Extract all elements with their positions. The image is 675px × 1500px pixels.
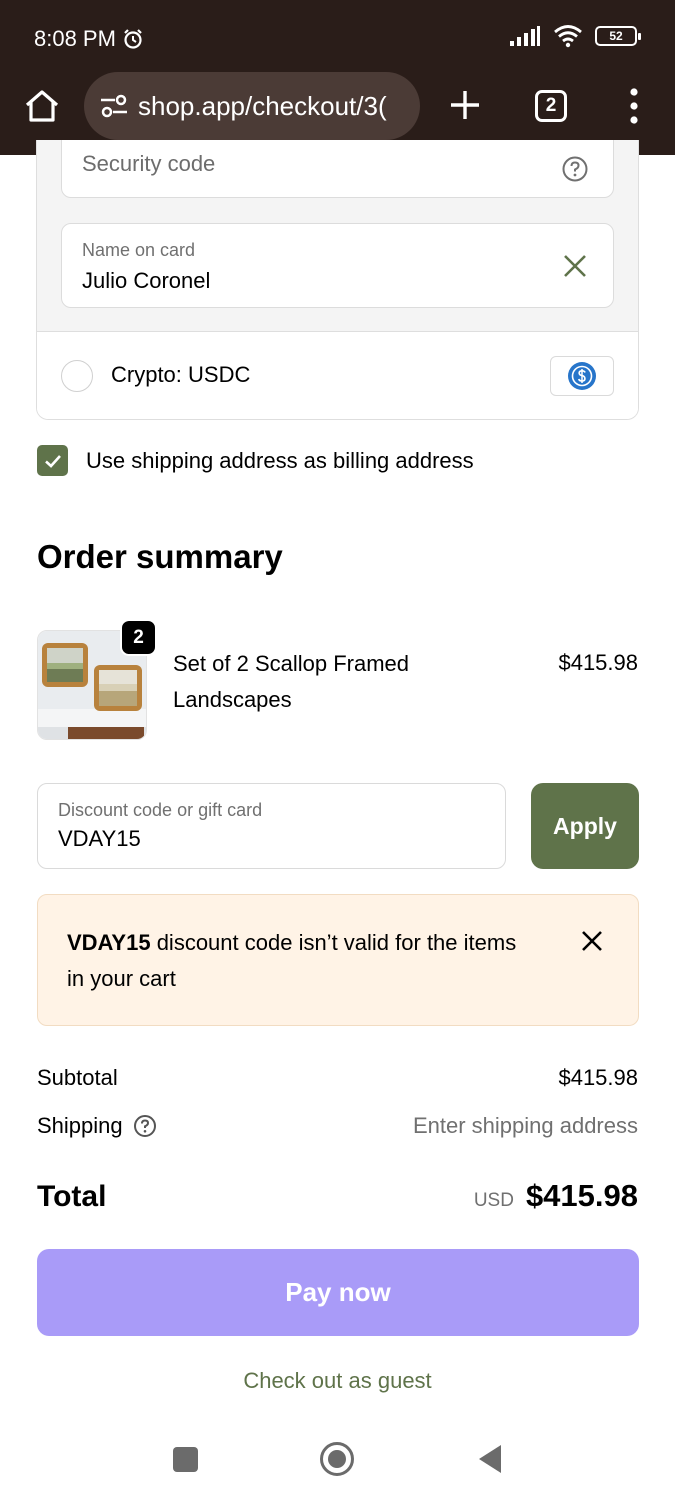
subtotal-label: Subtotal	[37, 1065, 118, 1090]
new-tab-icon[interactable]	[446, 86, 484, 124]
back-icon[interactable]	[476, 1443, 504, 1475]
product-name: Set of 2 Scallop Framed Landscapes	[173, 651, 410, 712]
shipping-label: Shipping	[37, 1113, 123, 1138]
clear-icon[interactable]	[561, 252, 589, 280]
browser-chrome: 8:08 PM 52 shop.app/checkout/3(2	[0, 0, 675, 155]
battery-indicator: 52	[595, 26, 641, 46]
status-time-text: 8:08 PM	[34, 26, 116, 51]
credit-card-fields: Security code Name on card Julio Coronel	[37, 140, 638, 332]
discount-code-field[interactable]: Discount code or gift card VDAY15	[37, 783, 506, 869]
quantity-badge: 2	[120, 619, 157, 656]
security-code-placeholder: Security code	[82, 151, 216, 176]
discount-error-alert: VDAY15 discount code isn’t valid for the…	[37, 894, 639, 1026]
total-label: Total	[37, 1180, 107, 1213]
close-icon[interactable]	[580, 929, 604, 953]
more-menu-icon[interactable]	[620, 84, 648, 128]
total-value: USD $415.98	[474, 1178, 638, 1214]
security-code-field[interactable]: Security code	[61, 140, 614, 198]
home-icon[interactable]	[22, 86, 62, 126]
alert-code: VDAY15	[67, 930, 151, 955]
address-bar[interactable]: shop.app/checkout/3(	[84, 72, 420, 140]
alarm-icon	[124, 29, 142, 49]
crypto-payment-option[interactable]: Crypto: USDC	[37, 332, 638, 419]
crypto-label: Crypto: USDC	[111, 362, 251, 387]
check-icon	[44, 454, 61, 468]
discount-code-value: VDAY15	[58, 826, 141, 851]
url-text: shop.app/checkout/3(	[138, 90, 387, 121]
name-on-card-field[interactable]: Name on card Julio Coronel	[61, 223, 614, 308]
tab-switcher-button[interactable]: 2	[535, 90, 567, 122]
pay-now-button[interactable]: Pay now	[37, 1249, 639, 1336]
total-currency: USD	[473, 1190, 514, 1211]
name-on-card-label: Name on card	[82, 240, 196, 260]
billing-address-option[interactable]: Use shipping address as billing address	[37, 445, 474, 476]
billing-checkbox[interactable]	[37, 445, 68, 476]
check-out-as-guest-link[interactable]: Check out as guest	[0, 1368, 675, 1394]
payment-methods-box: Security code Name on card Julio Coronel…	[36, 140, 639, 420]
billing-label: Use shipping address as billing address	[86, 447, 474, 473]
signal-icon	[510, 26, 540, 46]
crypto-radio[interactable]	[61, 360, 93, 392]
battery-level: 52	[609, 29, 623, 43]
order-summary-title: Order summary	[37, 538, 283, 575]
status-indicators: 52	[509, 24, 641, 48]
wifi-icon	[554, 25, 582, 48]
shipping-value: Enter shipping address	[412, 1113, 638, 1138]
apply-button[interactable]: Apply	[531, 783, 639, 869]
shipping-help-icon[interactable]	[133, 1114, 157, 1138]
apply-button-label: Apply	[553, 812, 617, 839]
usdc-icon	[568, 362, 596, 390]
shipping-row-label: Shipping	[37, 1113, 157, 1139]
alert-message: VDAY15 discount code isn’t valid for the…	[67, 925, 537, 997]
recent-apps-button[interactable]	[173, 1447, 198, 1472]
usdc-logo	[550, 356, 614, 396]
status-time: 8:08 PM	[34, 26, 144, 52]
tab-count: 2	[545, 95, 557, 116]
name-on-card-value: Julio Coronel	[82, 268, 211, 293]
product-price: $415.98	[558, 650, 638, 675]
site-settings-icon[interactable]	[98, 90, 130, 122]
total-amount: $415.98	[525, 1178, 638, 1213]
quantity-value: 2	[133, 626, 144, 648]
browser-toolbar: shop.app/checkout/3( 2	[0, 70, 675, 144]
help-icon[interactable]	[561, 155, 589, 183]
pay-now-label: Pay now	[285, 1277, 391, 1307]
nav-home-icon[interactable]	[319, 1441, 355, 1477]
discount-code-label: Discount code or gift card	[58, 800, 263, 820]
subtotal-value: $415.98	[558, 1065, 638, 1090]
